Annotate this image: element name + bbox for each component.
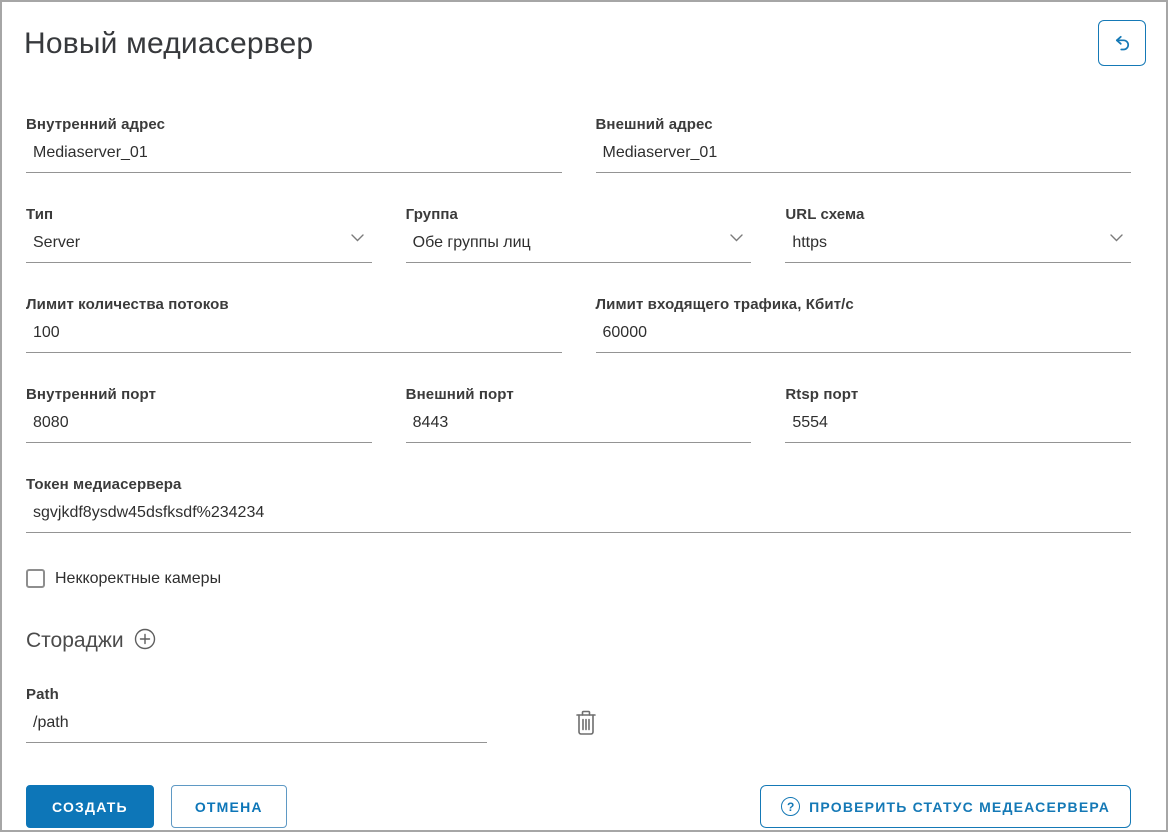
token-label: Токен медиасервера (26, 476, 1131, 493)
rtsp-port-field: Rtsp порт (785, 386, 1131, 443)
external-port-field: Внешний порт (406, 386, 752, 443)
check-status-button[interactable]: ? ПРОВЕРИТЬ СТАТУС МЕДЕАСЕРВЕРА (760, 785, 1131, 828)
page-title: Новый медиасервер (24, 20, 313, 61)
add-storage-button[interactable] (134, 628, 156, 653)
internal-port-field: Внутренний порт (26, 386, 372, 443)
traffic-limit-field: Лимит входящего трафика, Кбит/с (596, 296, 1132, 353)
form-body: Внутренний адрес Внешний адрес Тип Групп… (2, 116, 1166, 533)
internal-port-label: Внутренний порт (26, 386, 372, 403)
group-select[interactable] (406, 228, 752, 263)
token-row: Токен медиасервера (26, 476, 1131, 533)
path-field: Path (26, 686, 487, 743)
storages-title: Стораджи (26, 629, 124, 653)
path-input[interactable] (26, 708, 487, 743)
url-scheme-select[interactable] (785, 228, 1131, 263)
footer-actions: СОЗДАТЬ ОТМЕНА ? ПРОВЕРИТЬ СТАТУС МЕДЕАС… (2, 785, 1166, 828)
internal-address-input[interactable] (26, 138, 562, 173)
external-address-label: Внешний адрес (596, 116, 1132, 133)
traffic-limit-input[interactable] (596, 318, 1132, 353)
ports-row: Внутренний порт Внешний порт Rtsp порт (26, 386, 1131, 443)
back-button[interactable] (1098, 20, 1146, 66)
storage-item-row: Path (2, 686, 1166, 743)
stream-limit-label: Лимит количества потоков (26, 296, 562, 313)
incorrect-cameras-row: Неккоректные камеры (2, 569, 1166, 588)
incorrect-cameras-checkbox[interactable] (26, 569, 45, 588)
type-group-scheme-row: Тип Группа URL схема (26, 206, 1131, 263)
external-address-input[interactable] (596, 138, 1132, 173)
incorrect-cameras-label: Неккоректные камеры (55, 570, 221, 588)
type-label: Тип (26, 206, 372, 223)
question-circle-icon: ? (781, 797, 800, 816)
create-button[interactable]: СОЗДАТЬ (26, 785, 154, 828)
url-scheme-select-field: URL схема (785, 206, 1131, 263)
type-select[interactable] (26, 228, 372, 263)
token-field: Токен медиасервера (26, 476, 1131, 533)
type-select-field: Тип (26, 206, 372, 263)
address-row: Внутренний адрес Внешний адрес (26, 116, 1131, 173)
group-label: Группа (406, 206, 752, 223)
token-input[interactable] (26, 498, 1131, 533)
url-scheme-label: URL схема (785, 206, 1131, 223)
trash-icon (575, 709, 597, 739)
external-port-input[interactable] (406, 408, 752, 443)
storages-section-header: Стораджи (2, 628, 1166, 653)
stream-limit-input[interactable] (26, 318, 562, 353)
external-port-label: Внешний порт (406, 386, 752, 403)
traffic-limit-label: Лимит входящего трафика, Кбит/с (596, 296, 1132, 313)
delete-storage-button[interactable] (575, 709, 597, 739)
rtsp-port-label: Rtsp порт (785, 386, 1131, 403)
rtsp-port-input[interactable] (785, 408, 1131, 443)
new-mediaserver-form-page: Новый медиасервер Внутренний адрес Внешн… (0, 0, 1168, 832)
path-label: Path (26, 686, 487, 703)
check-status-label: ПРОВЕРИТЬ СТАТУС МЕДЕАСЕРВЕРА (809, 799, 1110, 815)
undo-arrow-icon (1110, 31, 1134, 55)
limits-row: Лимит количества потоков Лимит входящего… (26, 296, 1131, 353)
external-address-field: Внешний адрес (596, 116, 1132, 173)
cancel-button[interactable]: ОТМЕНА (171, 785, 287, 828)
group-select-field: Группа (406, 206, 752, 263)
internal-port-input[interactable] (26, 408, 372, 443)
plus-circle-icon (134, 628, 156, 653)
page-header: Новый медиасервер (2, 2, 1166, 66)
stream-limit-field: Лимит количества потоков (26, 296, 562, 353)
internal-address-field: Внутренний адрес (26, 116, 562, 173)
internal-address-label: Внутренний адрес (26, 116, 562, 133)
